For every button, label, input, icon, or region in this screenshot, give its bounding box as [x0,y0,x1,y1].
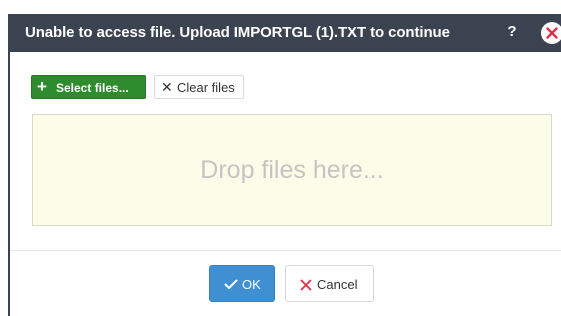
select-files-label: Select files... [56,81,129,95]
cancel-button[interactable]: Cancel [285,265,374,302]
clear-files-button[interactable]: ✕ Clear files [154,75,244,99]
plus-icon: + [37,77,47,96]
dialog-title: Unable to access file. Upload IMPORTGL (… [25,24,450,41]
cancel-x-icon [300,279,312,291]
help-button[interactable]: ? [504,22,520,42]
ok-label: OK [242,277,261,292]
dialog-titlebar: Unable to access file. Upload IMPORTGL (… [10,14,561,52]
close-button[interactable] [541,22,561,44]
checkmark-icon [224,279,238,289]
clear-files-label: Clear files [177,80,235,95]
upload-dialog: Unable to access file. Upload IMPORTGL (… [9,14,561,316]
select-files-button[interactable]: + Select files... [31,75,146,99]
file-dropzone[interactable]: Drop files here... [32,114,552,226]
cancel-label: Cancel [317,277,358,292]
dropzone-placeholder: Drop files here... [200,156,384,184]
footer-divider [10,250,561,251]
close-icon [546,27,558,39]
ok-button[interactable]: OK [209,265,275,302]
x-icon: ✕ [161,79,173,95]
